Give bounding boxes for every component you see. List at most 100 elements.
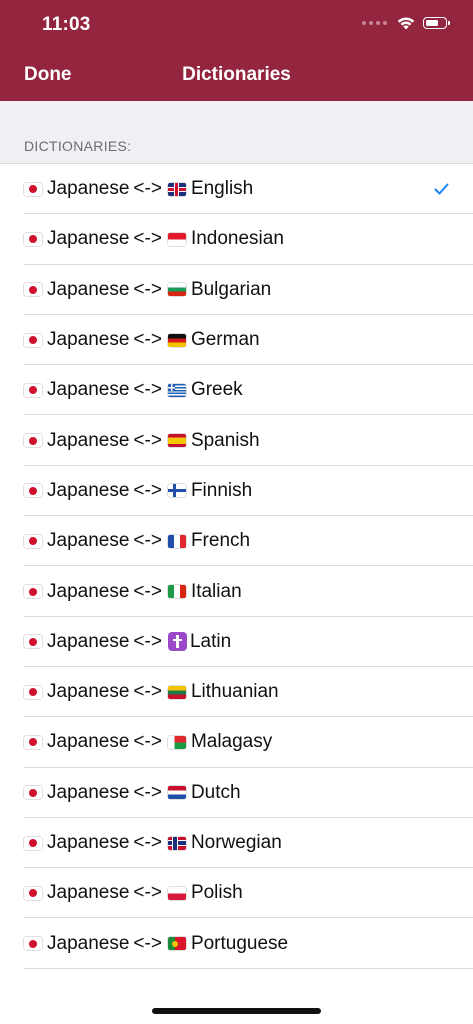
language-separator: <->: [133, 781, 162, 803]
flag-spain-icon: [167, 434, 186, 448]
source-language: Japanese: [47, 379, 130, 401]
dictionary-label: Japanese <-> Spanish: [24, 430, 260, 452]
target-language: Dutch: [190, 781, 241, 803]
language-separator: <->: [133, 429, 162, 451]
source-language: Japanese: [47, 781, 130, 803]
dictionary-label: Japanese <-> Dutch: [24, 782, 241, 804]
target-language: Portuguese: [190, 932, 289, 954]
source-language: Japanese: [47, 882, 130, 904]
dictionary-row[interactable]: Japanese <-> Finnish: [0, 466, 473, 517]
dictionary-row[interactable]: Japanese <-> Bulgarian: [0, 265, 473, 316]
flag-japan-icon: [24, 836, 42, 850]
dictionary-row[interactable]: Japanese <-> Latin: [0, 617, 473, 668]
flag-japan-icon: [24, 786, 42, 800]
navigation-bar: 11:03 Done Dictionaries: [0, 0, 473, 101]
dictionary-row[interactable]: Japanese <-> French: [0, 516, 473, 567]
source-language: Japanese: [47, 178, 130, 200]
flag-japan-icon: [24, 534, 42, 548]
source-language: Japanese: [47, 681, 130, 703]
target-language: Lithuanian: [190, 681, 279, 703]
page-title: Dictionaries: [182, 64, 291, 85]
checkmark-icon: [434, 183, 449, 195]
target-language: Italian: [190, 580, 242, 602]
source-language: Japanese: [47, 329, 130, 351]
flag-uk-icon: [167, 182, 186, 196]
dictionary-row[interactable]: Japanese <-> Italian: [0, 566, 473, 617]
language-separator: <->: [133, 329, 162, 351]
language-separator: <->: [133, 379, 162, 401]
language-separator: <->: [133, 630, 162, 652]
flag-greece-icon: [167, 383, 186, 397]
language-separator: <->: [133, 932, 162, 954]
dictionary-row[interactable]: Japanese <-> German: [0, 315, 473, 366]
language-separator: <->: [133, 178, 162, 200]
section-spacer: DICTIONARIES:: [0, 101, 473, 164]
dictionary-label: Japanese <-> Portuguese: [24, 933, 288, 955]
source-language: Japanese: [47, 228, 130, 250]
dictionary-label: Japanese <-> Indonesian: [24, 228, 284, 250]
flag-japan-icon: [24, 937, 42, 951]
flag-japan-icon: [24, 383, 42, 397]
target-language: German: [190, 329, 260, 351]
source-language: Japanese: [47, 832, 130, 853]
dictionary-row[interactable]: Japanese <-> Lithuanian: [0, 667, 473, 718]
flag-japan-icon: [24, 283, 42, 297]
dictionary-row[interactable]: Japanese <-> English: [0, 164, 473, 215]
target-language: French: [190, 530, 251, 552]
language-separator: <->: [133, 681, 162, 703]
flag-finland-icon: [167, 484, 186, 498]
dictionary-row[interactable]: Japanese <-> Indonesian: [0, 214, 473, 265]
flag-indonesia-icon: [167, 232, 186, 246]
dictionary-label: Japanese <-> Greek: [24, 379, 243, 401]
battery-icon: [423, 17, 450, 29]
flag-japan-icon: [24, 232, 42, 246]
flag-japan-icon: [24, 182, 42, 196]
language-separator: <->: [133, 479, 162, 501]
target-language: Norwegian: [190, 832, 282, 853]
source-language: Japanese: [47, 932, 130, 954]
source-language: Japanese: [47, 429, 130, 451]
source-language: Japanese: [47, 630, 130, 652]
dictionary-label: Japanese <-> French: [24, 530, 250, 552]
dictionary-label: Japanese <-> English: [24, 178, 253, 200]
flag-netherlands-icon: [167, 786, 186, 800]
dictionary-row[interactable]: Japanese <-> Polish: [0, 868, 473, 919]
dictionary-row[interactable]: Japanese <-> Portuguese: [0, 918, 473, 970]
cellular-signal-icon: [362, 21, 387, 25]
target-language: Indonesian: [190, 228, 284, 250]
flag-portugal-icon: [167, 937, 186, 951]
dictionary-row[interactable]: Japanese <-> Dutch: [0, 768, 473, 819]
dictionary-row[interactable]: Japanese <-> Malagasy: [0, 717, 473, 768]
dictionary-label: Japanese <-> Malagasy: [24, 731, 272, 753]
home-indicator[interactable]: [152, 1008, 321, 1014]
target-language: Finnish: [190, 479, 253, 501]
flag-madagascar-icon: [167, 735, 186, 749]
flag-germany-icon: [167, 333, 186, 347]
dictionary-label: Japanese <-> Finnish: [24, 480, 252, 502]
language-separator: <->: [133, 278, 162, 300]
wifi-icon: [397, 17, 415, 30]
target-language: Malagasy: [190, 731, 273, 753]
flag-italy-icon: [167, 585, 186, 599]
language-separator: <->: [133, 580, 162, 602]
source-language: Japanese: [47, 278, 130, 300]
flag-japan-icon: [24, 333, 42, 347]
dictionary-list: Japanese <-> English Japanese <-> Indonesian J…: [0, 164, 473, 970]
dictionary-label: Japanese <-> German: [24, 329, 260, 351]
dictionary-label: Japanese <-> Norwegian: [24, 832, 282, 854]
language-separator: <->: [133, 731, 162, 753]
target-language: Latin: [189, 630, 232, 652]
language-separator: <->: [133, 228, 162, 250]
dictionary-label: Japanese <-> Polish: [24, 882, 243, 904]
language-separator: <->: [133, 832, 162, 853]
dictionary-row[interactable]: Japanese <-> Spanish: [0, 415, 473, 467]
target-language: English: [190, 178, 254, 200]
flag-norway-icon: [167, 836, 186, 850]
flag-japan-icon: [24, 685, 42, 699]
source-language: Japanese: [47, 479, 130, 501]
flag-bulgaria-icon: [167, 283, 186, 297]
source-language: Japanese: [47, 731, 130, 753]
dictionary-row[interactable]: Japanese <-> Norwegian: [0, 818, 473, 869]
dictionary-row[interactable]: Japanese <-> Greek: [0, 365, 473, 416]
language-separator: <->: [133, 882, 162, 904]
